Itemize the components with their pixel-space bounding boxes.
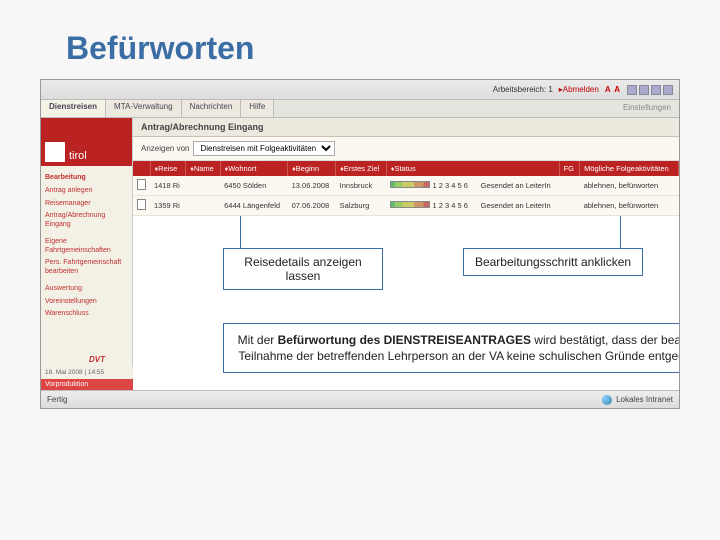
header-icon-group [627, 85, 673, 95]
env-badge: Vorproduktion [41, 379, 133, 390]
col-fg: FG [559, 161, 580, 176]
filter-select[interactable]: Dienstreisen mit Folgeaktivitäten [193, 141, 335, 156]
table-row: 1359 Ri 6444 Längenfeld 07.06.2008 Salzb… [133, 196, 679, 216]
col-beginn[interactable]: ♦Beginn [288, 161, 336, 176]
cell-ziel: Salzburg [336, 196, 387, 216]
cell-status-bar: 1 2 3 4 5 6 [386, 196, 476, 216]
tirol-eagle-icon [45, 142, 65, 162]
col-ziel[interactable]: ♦Erstes Ziel [336, 161, 387, 176]
results-table: ♦Reise ♦Name ♦Wohnort ♦Beginn ♦Erstes Zi… [133, 161, 679, 216]
col-name[interactable]: ♦Name [186, 161, 220, 176]
nav-bearbeitung[interactable]: Bearbeitung [45, 172, 128, 185]
workspace-label: Arbeitsbereich: 1 [493, 85, 553, 94]
cell-beginn: 07.06.2008 [288, 196, 336, 216]
cell-ziel: Innsbruck [336, 176, 387, 196]
cell-fg [559, 196, 580, 216]
tab-settings[interactable]: Einstellungen [615, 100, 679, 117]
cell-name [186, 176, 220, 196]
cell-actions[interactable]: ablehnen, befürworten [580, 196, 679, 216]
filter-bar: Anzeigen von Dienstreisen mit Folgeaktiv… [133, 137, 679, 161]
cell-beginn: 13.06.2008 [288, 176, 336, 196]
nav-auswertung[interactable]: Auswertung [45, 283, 128, 296]
header-icon[interactable] [639, 85, 649, 95]
sidebar: tirol Bearbeitung Antrag anlegen Reisema… [41, 118, 133, 390]
status-zone: Lokales Intranet [616, 395, 673, 404]
main-tabs: Dienstreisen MTA-Verwaltung Nachrichten … [41, 100, 679, 118]
nav-antrag-anlegen[interactable]: Antrag anlegen [45, 185, 128, 198]
cell-wohnort: 6444 Längenfeld [220, 196, 287, 216]
col-actions: Mögliche Folgeaktivitäten [580, 161, 679, 176]
tab-hilfe[interactable]: Hilfe [241, 100, 274, 117]
tab-nachrichten[interactable]: Nachrichten [182, 100, 242, 117]
logout-link[interactable]: ▸Abmelden [559, 85, 599, 94]
logo-text: tirol [69, 150, 87, 162]
status-done: Fertig [47, 395, 67, 404]
header-icon[interactable] [651, 85, 661, 95]
col-status[interactable]: ♦Status [386, 161, 559, 176]
nav-pers-fg[interactable]: Pers. Fahrtgemeinschaft bearbeiten [45, 257, 128, 279]
logo: tirol [41, 118, 132, 166]
nav-eingang[interactable]: Antrag/Abrechnung Eingang [45, 210, 128, 232]
browser-window: Arbeitsbereich: 1 ▸Abmelden A A Dienstre… [40, 79, 680, 409]
dvt-logo: DVT [89, 355, 105, 364]
callout-connector [620, 216, 621, 249]
callout-connector [240, 216, 241, 249]
callout-bearbeitungsschritt: Bearbeitungsschritt anklicken [463, 248, 643, 276]
globe-icon [602, 395, 612, 405]
nav-reisemanager[interactable]: Reisemanager [45, 198, 128, 211]
nav-eigene-fg[interactable]: Eigene Fahrtgemeinschaften [45, 236, 128, 258]
detail-icon[interactable] [137, 199, 146, 210]
tab-mta[interactable]: MTA-Verwaltung [106, 100, 182, 117]
col-wohnort[interactable]: ♦Wohnort [220, 161, 287, 176]
main-heading: Antrag/Abrechnung Eingang [133, 118, 679, 137]
font-size-control[interactable]: A A [605, 85, 621, 94]
cell-status-bar: 1 2 3 4 5 6 [386, 176, 476, 196]
filter-label: Anzeigen von [141, 144, 189, 153]
cell-status-text: Gesendet an LeiterIn [477, 176, 559, 196]
cell-name [186, 196, 220, 216]
info-text-box: Mit der Befürwortung des DIENSTREISEANTR… [223, 323, 680, 373]
header-icon[interactable] [627, 85, 637, 95]
callout-reisedetails: Reisedetails anzeigen lassen [223, 248, 383, 290]
cell-status-text: Gesendet an LeiterIn [477, 196, 559, 216]
cell-reise: 1359 Ri [150, 196, 186, 216]
col-icon [133, 161, 150, 176]
browser-statusbar: Fertig Lokales Intranet [41, 390, 679, 408]
col-reise[interactable]: ♦Reise [150, 161, 186, 176]
main-panel: Antrag/Abrechnung Eingang Anzeigen von D… [133, 118, 679, 390]
sidebar-nav: Bearbeitung Antrag anlegen Reisemanager … [41, 166, 132, 327]
cell-wohnort: 6450 Sölden [220, 176, 287, 196]
nav-warenschluss[interactable]: Warenschluss [45, 308, 128, 321]
cell-fg [559, 176, 580, 196]
header-icon[interactable] [663, 85, 673, 95]
timestamp: 18. Mai 2008 | 14:55 [41, 367, 133, 378]
table-header-row: ♦Reise ♦Name ♦Wohnort ♦Beginn ♦Erstes Zi… [133, 161, 679, 176]
detail-icon[interactable] [137, 179, 146, 190]
cell-reise: 1418 Ri [150, 176, 186, 196]
slide-title: Befürworten [66, 30, 680, 67]
browser-header: Arbeitsbereich: 1 ▸Abmelden A A [41, 80, 679, 100]
cell-actions[interactable]: ablehnen, befürworten [580, 176, 679, 196]
nav-voreinstellungen[interactable]: Voreinstellungen [45, 296, 128, 309]
table-row: 1418 Ri 6450 Sölden 13.06.2008 Innsbruck… [133, 176, 679, 196]
tab-dienstreisen[interactable]: Dienstreisen [41, 100, 106, 117]
